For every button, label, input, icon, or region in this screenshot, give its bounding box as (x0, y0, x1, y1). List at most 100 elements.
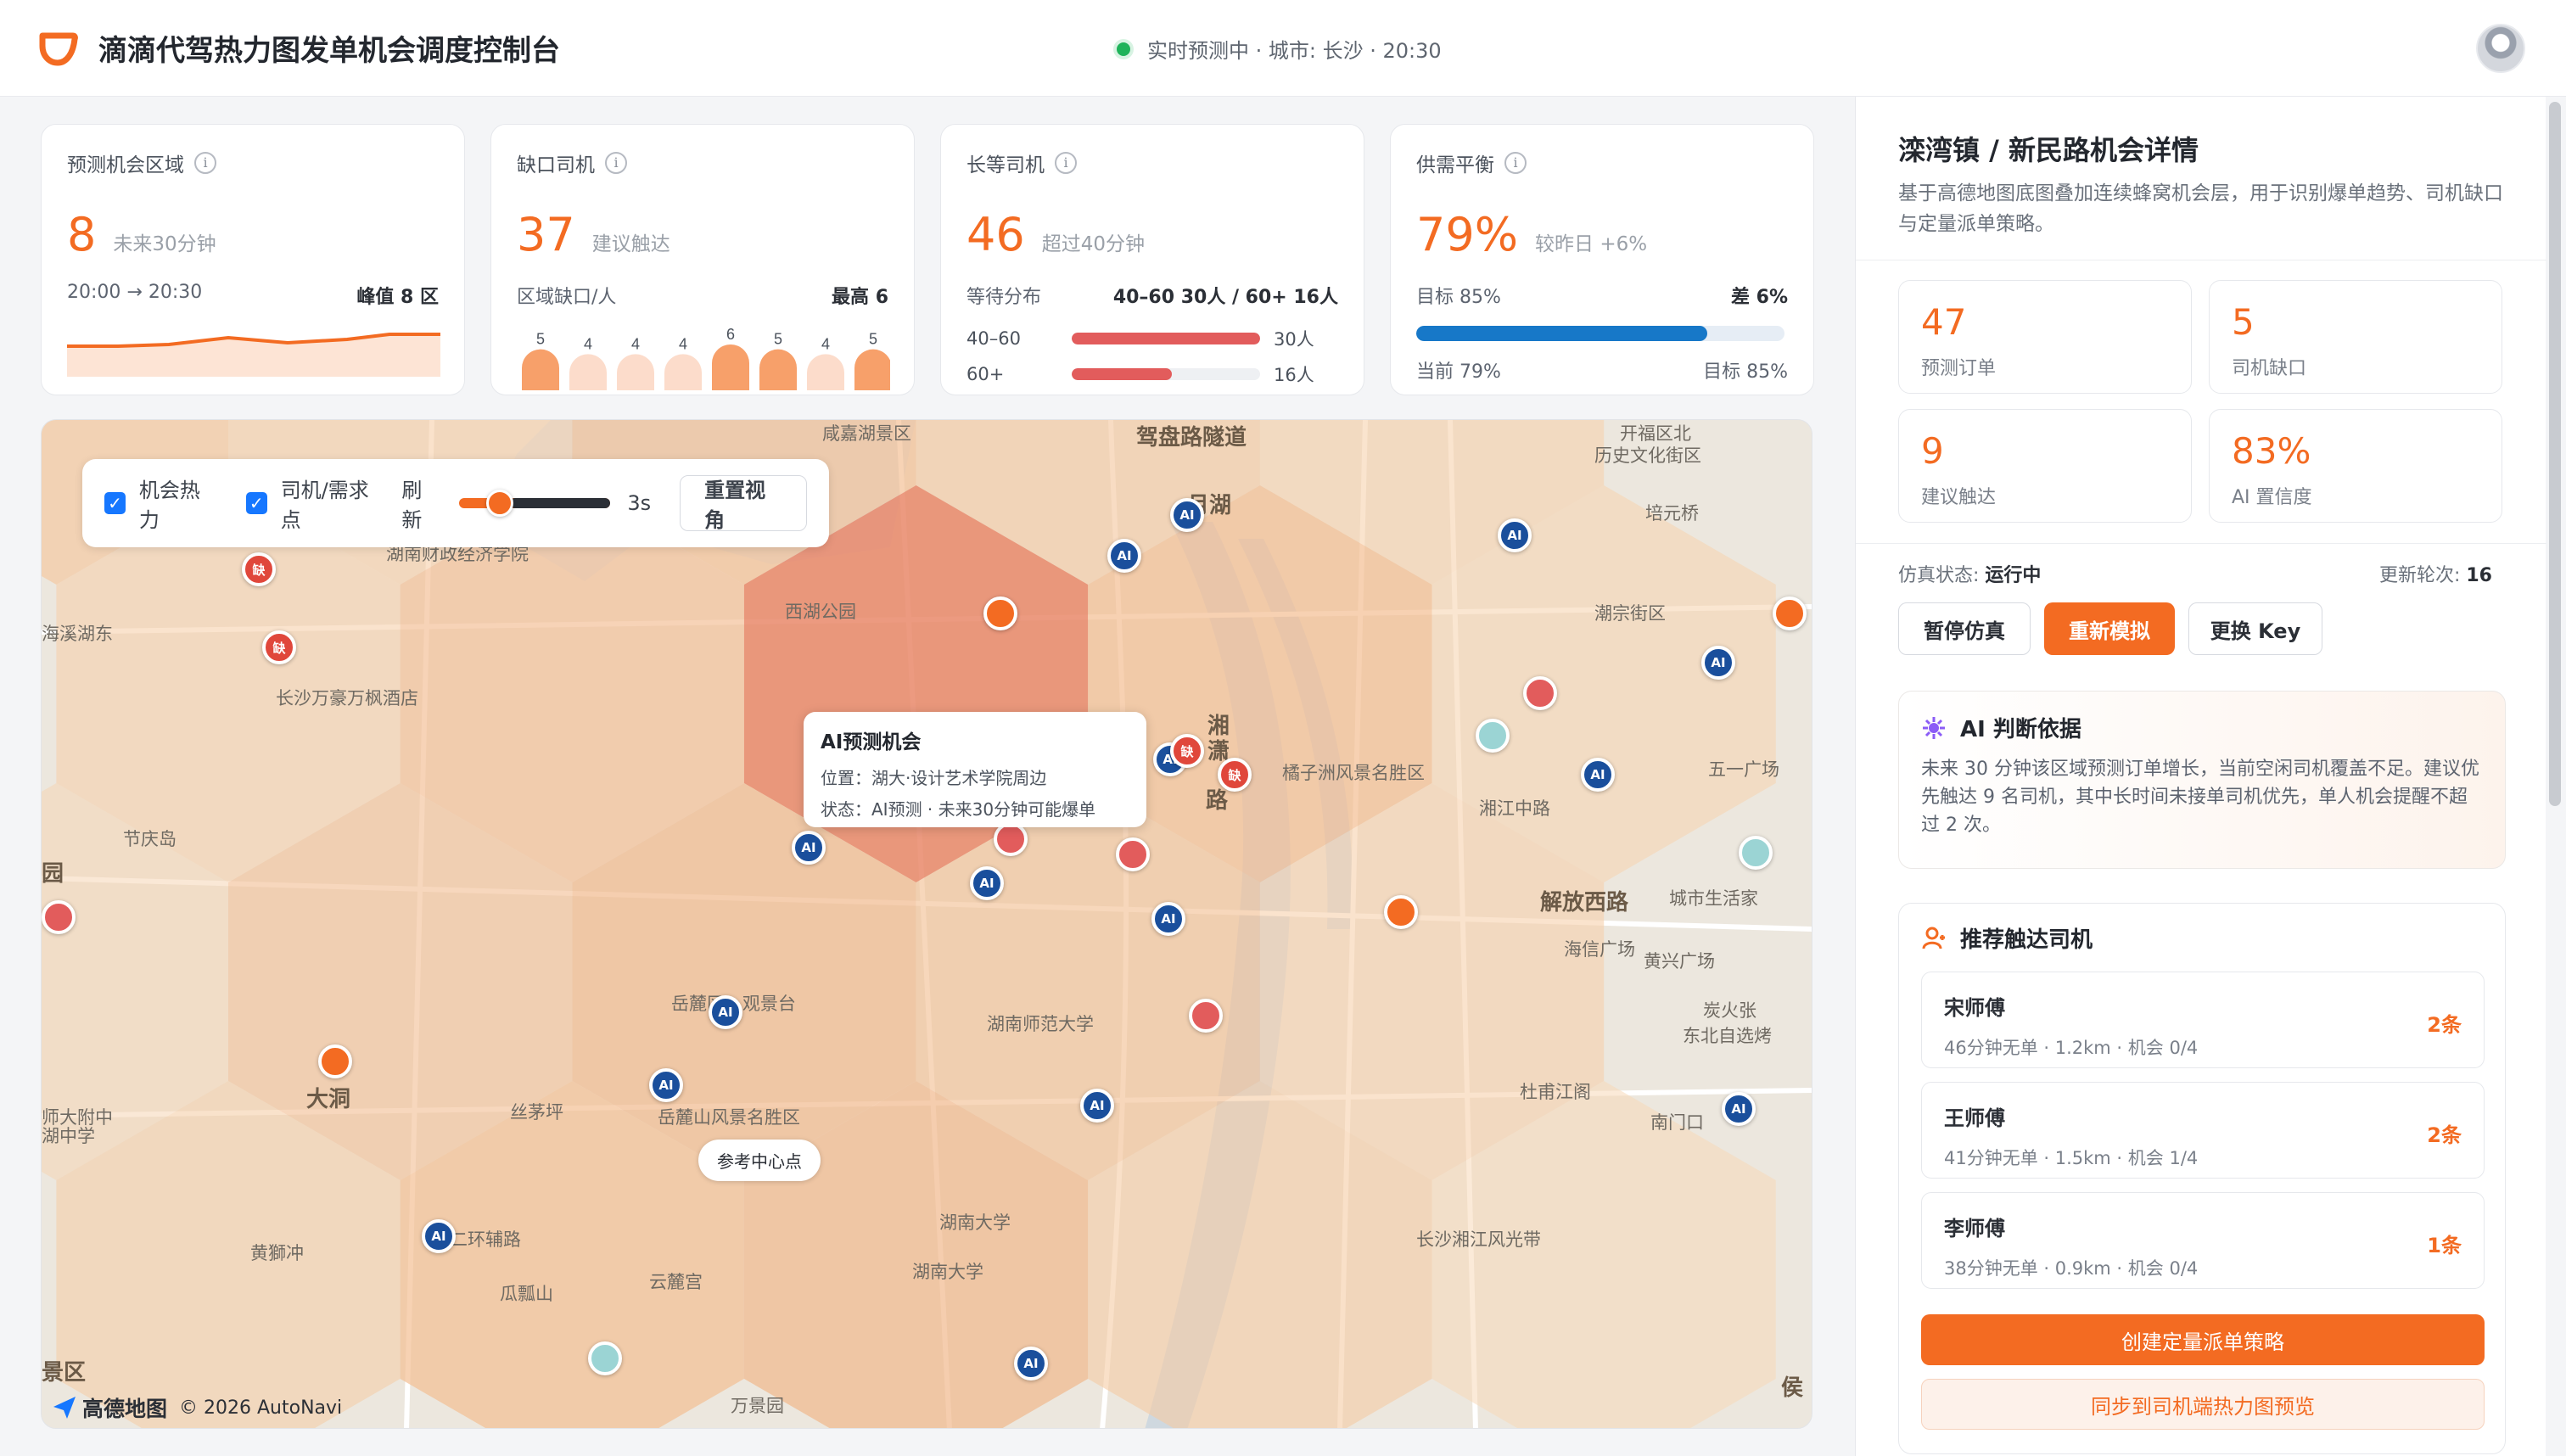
round-label: 更新轮次: (2378, 565, 2461, 586)
ai-marker-icon[interactable]: AI (1080, 1089, 1114, 1123)
slider-thumb[interactable] (486, 490, 514, 517)
driver-row[interactable]: 王师傅 41分钟无单 · 1.5km · 机会 1/4 2条 (1921, 1082, 2485, 1179)
dist-label: 60+ (966, 364, 1005, 384)
driver-label: 司机/需求点 (280, 479, 369, 532)
driver-row[interactable]: 李师傅 38分钟无单 · 0.9km · 机会 0/4 1条 (1921, 1192, 2485, 1289)
driver-marker-icon[interactable] (42, 900, 76, 934)
sim-status-row: 仿真状态: 运行中 更新轮次: 16 (1898, 560, 2492, 587)
round-value: 16 (2466, 565, 2492, 586)
shortage-marker-icon[interactable]: 缺 (262, 630, 296, 664)
reset-view-button[interactable]: 重置视角 (680, 475, 808, 532)
map-place-label: 岳麓山风景名胜区 (658, 1107, 800, 1128)
balance-progress-fill (1416, 326, 1707, 341)
map-place-label: 海信广场 (1564, 939, 1635, 960)
info-icon[interactable]: i (194, 152, 216, 174)
gap-bar-label: 5 (869, 331, 877, 348)
kpi-value: 37 (517, 208, 575, 261)
map-place-label: 驾盘路隧道 (1136, 425, 1247, 451)
station-marker-icon[interactable] (1739, 836, 1773, 870)
pause-sim-button[interactable]: 暂停仿真 (1898, 602, 2031, 655)
kpi-sub-label: 区域缺口/人 (517, 287, 617, 308)
heat-checkbox[interactable]: ✓ (104, 492, 126, 514)
map-attribution: 高德地图 © 2026 AutoNavi (52, 1392, 342, 1423)
ai-marker-icon[interactable]: AI (1701, 646, 1735, 680)
kpi-label: 长等司机 (966, 154, 1045, 176)
dist-value: 16人 (1274, 365, 1314, 385)
map-place-label: 湖南大学 (912, 1262, 983, 1282)
gap-bar-label: 4 (821, 335, 830, 352)
refresh-value: 3s (627, 491, 652, 515)
ai-marker-icon[interactable]: AI (1722, 1092, 1756, 1126)
change-key-button[interactable]: 更换 Key (2188, 602, 2322, 655)
demand-marker-icon[interactable] (1773, 596, 1807, 630)
gap-bar (807, 354, 844, 390)
create-strategy-button[interactable]: 创建定量派单策略 (1921, 1314, 2485, 1365)
ai-marker-icon[interactable]: AI (1498, 518, 1532, 552)
dist-row: 60+ 16人 (966, 356, 1338, 392)
gap-bar-label: 4 (584, 335, 592, 352)
map-place-label: 湖南大学 (939, 1212, 1011, 1233)
ai-marker-icon[interactable]: AI (422, 1219, 456, 1253)
ai-text: 未来 30 分钟该区域预测订单增长，当前空闲司机覆盖不足。建议优先触达 9 名司… (1921, 759, 2479, 836)
map-place-label: 瓜瓢山 (500, 1284, 553, 1304)
ai-marker-icon[interactable]: AI (1014, 1347, 1048, 1380)
ai-title: AI 判断依据 (1960, 717, 2081, 742)
dist-value: 30人 (1274, 329, 1314, 350)
info-icon[interactable]: i (1055, 152, 1077, 174)
demand-marker-icon[interactable] (1384, 895, 1418, 929)
map-place-label: 大洞 (306, 1087, 351, 1112)
kpi-unit: 未来30分钟 (113, 233, 216, 255)
kpi-label: 预测机会区域 (67, 154, 184, 176)
info-icon[interactable]: i (1504, 152, 1527, 174)
driver-marker-icon[interactable] (1116, 837, 1150, 871)
info-icon[interactable]: i (605, 152, 627, 174)
kpi-sub-label: 等待分布 (966, 287, 1042, 308)
station-marker-icon[interactable] (588, 1341, 622, 1375)
shortage-marker-icon[interactable]: 缺 (1218, 758, 1252, 792)
shortage-marker-icon[interactable]: 缺 (1170, 734, 1204, 768)
avatar[interactable] (2476, 24, 2525, 73)
station-marker-icon[interactable] (1476, 719, 1510, 753)
gap-bar (522, 349, 559, 390)
driver-checkbox[interactable]: ✓ (245, 492, 267, 514)
ai-marker-icon[interactable]: AI (1107, 539, 1141, 573)
ai-marker-icon[interactable]: AI (792, 831, 826, 865)
stat-forecast-orders: 47 预测订单 (1898, 280, 2192, 394)
panel-scrollbar[interactable] (2549, 102, 2561, 806)
map-place-label: 云麓宫 (649, 1272, 703, 1292)
ai-marker-icon[interactable]: AI (709, 995, 742, 1029)
sync-preview-button[interactable]: 同步到司机端热力图预览 (1921, 1379, 2485, 1430)
map-controls: ✓ 机会热力 ✓ 司机/需求点 刷新 3s 重置视角 (82, 459, 829, 547)
ai-marker-icon[interactable]: AI (1151, 902, 1185, 936)
ai-marker-icon[interactable]: AI (1581, 758, 1615, 792)
ai-marker-icon[interactable]: AI (970, 866, 1004, 900)
kpi-value: 79% (1416, 208, 1519, 261)
app-title: 滴滴代驾热力图发单机会调度控制台 (98, 34, 560, 68)
shortage-marker-icon[interactable]: 缺 (242, 552, 276, 586)
driver-marker-icon[interactable] (1523, 676, 1557, 710)
center-point-pill[interactable]: 参考中心点 (698, 1140, 821, 1181)
gap-bar-label: 4 (631, 335, 640, 352)
driver-marker-icon[interactable] (994, 822, 1028, 856)
gap-bar (759, 349, 797, 390)
map-place-label: 长沙湘江风光带 (1416, 1229, 1541, 1250)
didi-logo-icon (39, 32, 78, 66)
map-place-label: 湘江中路 (1479, 798, 1550, 819)
ai-marker-icon[interactable]: AI (1170, 498, 1204, 532)
heatmap-map[interactable]: 咸嘉湖景区 驾盘路隧道 西湖公园 月湖 开福区北 历史文化街区 培元桥 潮宗街区 湖南财政经济学… (41, 419, 1812, 1429)
kpi-diff: 差 6% (1730, 287, 1788, 308)
refresh-slider[interactable] (459, 490, 611, 517)
demand-marker-icon[interactable] (983, 596, 1017, 630)
kpi-peak: 峰值 8 区 (356, 287, 439, 308)
ai-marker-icon[interactable]: AI (649, 1068, 683, 1102)
map-place-label: 海溪湖东 (42, 624, 113, 644)
rerun-sim-button[interactable]: 重新模拟 (2044, 602, 2175, 655)
map-place-label: 南门口 (1650, 1112, 1704, 1133)
driver-row[interactable]: 宋师傅 46分钟无单 · 1.2km · 机会 0/4 2条 (1921, 972, 2485, 1068)
demand-marker-icon[interactable] (318, 1044, 352, 1078)
gap-bar-label: 4 (679, 335, 687, 352)
tooltip-location: 位置：湖大·设计艺术学院周边 (821, 768, 1047, 788)
map-place-label: 节庆岛 (123, 829, 176, 849)
driver-marker-icon[interactable] (1189, 999, 1223, 1033)
kpi-unit: 建议触达 (591, 233, 670, 255)
